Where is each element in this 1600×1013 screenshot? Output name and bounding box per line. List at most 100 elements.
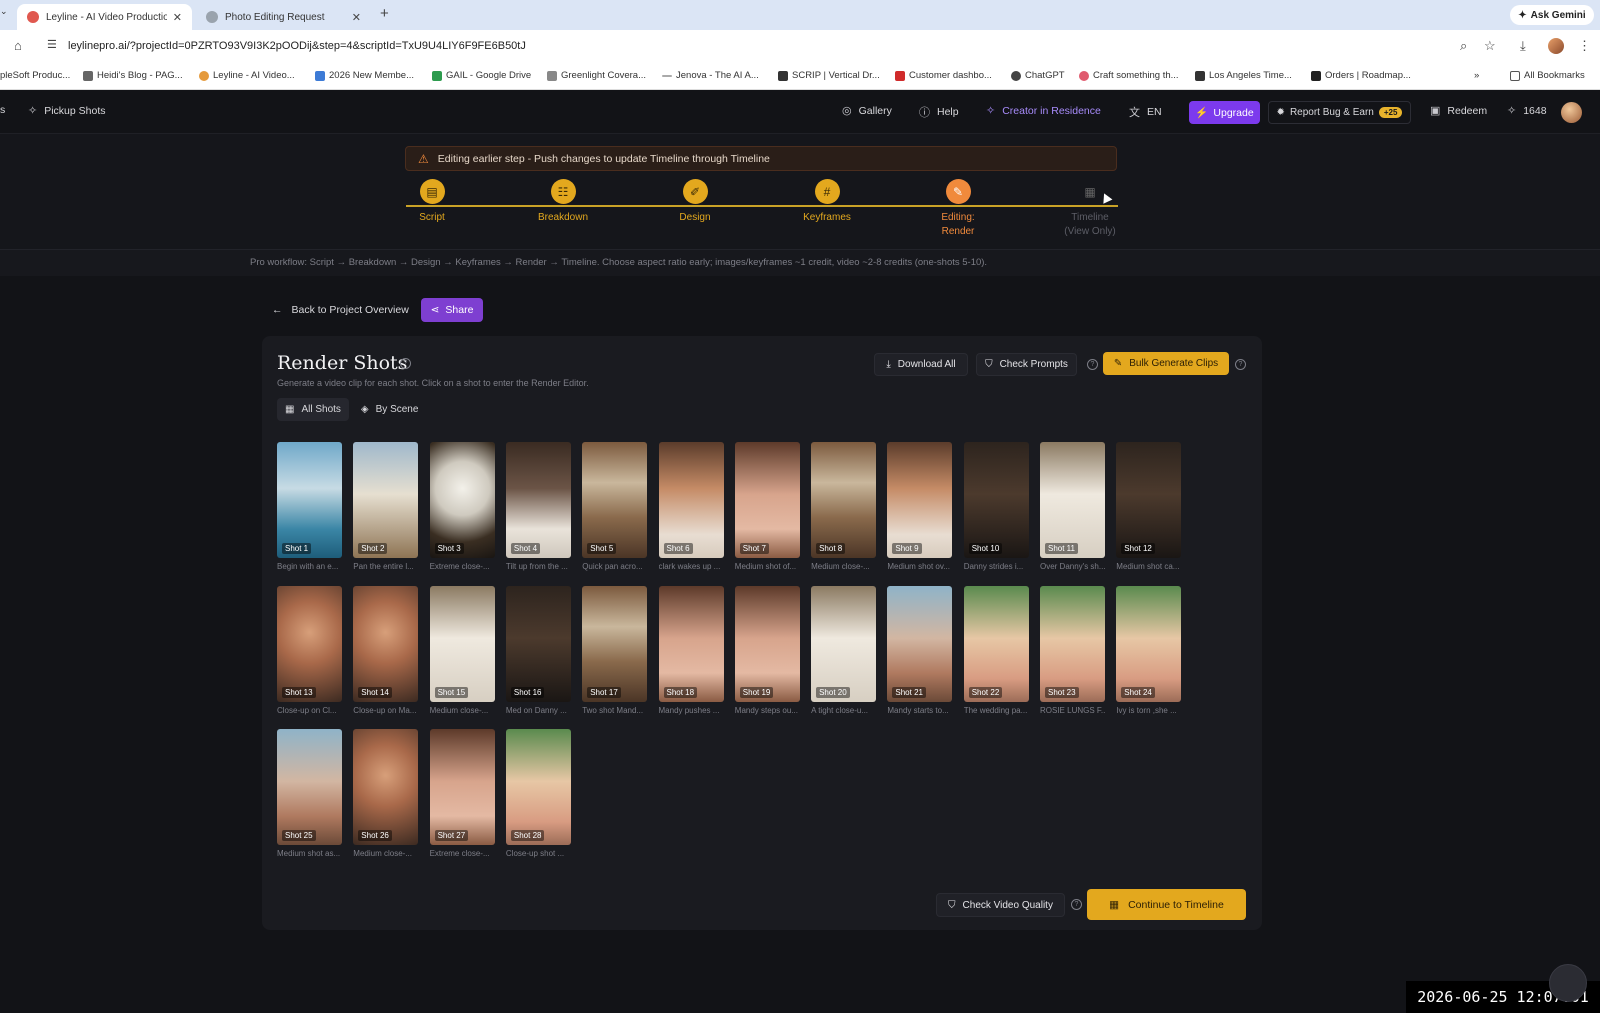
ask-gemini-button[interactable]: ✦ Ask Gemini (1510, 5, 1594, 25)
site-settings-icon[interactable]: ☰ (47, 38, 57, 51)
all-shots-tab[interactable]: ▦ All Shots (277, 398, 349, 421)
shot-card[interactable]: Shot 20 A tight close-u... (811, 585, 877, 715)
bookmark-item[interactable]: Heidi's Blog - PAG... (83, 70, 183, 81)
shot-thumbnail[interactable]: Shot 18 (658, 585, 724, 702)
bookmark-item[interactable]: GAIL - Google Drive (432, 70, 531, 81)
chat-support-button[interactable] (1549, 964, 1587, 1002)
user-avatar[interactable] (1561, 102, 1582, 123)
shot-card[interactable]: Shot 15 Medium close-... (429, 585, 495, 715)
shot-thumbnail[interactable]: Shot 19 (734, 585, 800, 702)
shot-thumbnail[interactable]: Shot 13 (277, 585, 342, 702)
bookmark-item[interactable]: 2026 New Membe... (315, 70, 414, 81)
shot-card[interactable]: Shot 11 Over Danny's sh... (1040, 442, 1105, 571)
bookmark-item[interactable]: Jenova - The AI A... (662, 70, 759, 81)
shot-card[interactable]: Shot 25 Medium shot as... (277, 729, 342, 858)
shot-card[interactable]: Shot 18 Mandy pushes ... (658, 585, 724, 715)
check-prompts-button[interactable]: ⛉ Check Prompts (976, 353, 1077, 376)
help-circle-icon[interactable]: ? (1071, 899, 1082, 910)
shot-card[interactable]: Shot 3 Extreme close-... (429, 442, 495, 571)
shot-thumbnail[interactable]: Shot 27 (429, 729, 495, 845)
shot-thumbnail[interactable]: Shot 7 (734, 442, 800, 558)
gallery-link[interactable]: ◎ Gallery (842, 104, 892, 118)
all-bookmarks[interactable]: All Bookmarks (1510, 70, 1585, 81)
bookmark-item[interactable]: Customer dashbo... (895, 70, 992, 81)
shot-thumbnail[interactable]: Shot 28 (505, 729, 571, 845)
help-circle-icon[interactable]: ? (400, 358, 411, 369)
shot-card[interactable]: Shot 13 Close-up on Cl... (277, 585, 342, 715)
shot-card[interactable]: Shot 6 clark wakes up ... (658, 442, 724, 571)
shot-card[interactable]: Shot 24 Ivy is torn ,she ... (1116, 585, 1182, 715)
step-editing-render[interactable]: ✎ Editing: Render (898, 179, 1018, 239)
new-tab-plus-icon[interactable]: + (380, 5, 389, 22)
shot-card[interactable]: Shot 2 Pan the entire l... (353, 442, 419, 571)
shot-card[interactable]: Shot 22 The wedding pa... (963, 585, 1029, 715)
shot-thumbnail[interactable]: Shot 22 (963, 585, 1029, 702)
step-breakdown[interactable]: ☷ Breakdown (503, 179, 623, 225)
shot-thumbnail[interactable]: Shot 8 (811, 442, 877, 558)
shot-card[interactable]: Shot 26 Medium close-... (353, 729, 419, 858)
shot-card[interactable]: Shot 5 Quick pan acro... (582, 442, 648, 571)
bookmark-star-icon[interactable]: ☆ (1484, 38, 1496, 54)
shot-card[interactable]: Shot 16 Med on Danny ... (505, 585, 571, 715)
nav-item-partial[interactable]: s (0, 104, 5, 116)
browser-tab-photo-editing[interactable]: Photo Editing Request ✕ (196, 4, 371, 30)
shot-thumbnail[interactable]: Shot 14 (353, 585, 419, 702)
bulk-generate-clips-button[interactable]: ✎ Bulk Generate Clips (1103, 352, 1229, 375)
download-all-button[interactable]: ⤓ Download All (874, 353, 968, 376)
continue-to-timeline-button[interactable]: ▦ Continue to Timeline (1087, 889, 1246, 920)
bookmark-item[interactable]: Orders | Roadmap... (1311, 70, 1411, 81)
bookmark-item[interactable]: ChatGPT (1011, 70, 1065, 81)
zoom-icon[interactable]: ⌕ (1460, 38, 1467, 54)
shot-card[interactable]: Shot 14 Close-up on Ma... (353, 585, 419, 715)
bookmark-item[interactable]: Craft something th... (1079, 70, 1179, 81)
help-circle-icon[interactable]: ? (1087, 359, 1098, 370)
shot-card[interactable]: Shot 12 Medium shot ca... (1116, 442, 1182, 571)
creator-in-residence-link[interactable]: ✧ Creator in Residence (986, 104, 1101, 118)
profile-avatar[interactable] (1548, 38, 1564, 54)
shot-card[interactable]: Shot 4 Tilt up from the ... (505, 442, 571, 571)
shot-card[interactable]: Shot 10 Danny strides i... (963, 442, 1029, 571)
credits-counter[interactable]: ✧ 1648 (1507, 104, 1547, 118)
close-tab-icon[interactable]: ✕ (352, 11, 361, 24)
shot-thumbnail[interactable]: Shot 6 (658, 442, 724, 558)
by-scene-tab[interactable]: ◈ By Scene (353, 398, 427, 421)
redeem-button[interactable]: ▣ Redeem (1430, 104, 1487, 118)
bookmark-item[interactable]: Greenlight Covera... (547, 70, 646, 81)
shot-card[interactable]: Shot 27 Extreme close-... (429, 729, 495, 858)
shot-card[interactable]: Shot 7 Medium shot of... (734, 442, 800, 571)
shot-card[interactable]: Shot 1 Begin with an e... (277, 442, 342, 571)
shot-card[interactable]: Shot 8 Medium close-... (811, 442, 877, 571)
shot-thumbnail[interactable]: Shot 1 (277, 442, 342, 558)
shot-thumbnail[interactable]: Shot 2 (353, 442, 419, 558)
shot-thumbnail[interactable]: Shot 10 (963, 442, 1029, 558)
shot-thumbnail[interactable]: Shot 24 (1116, 585, 1182, 702)
more-bookmarks-chevron-icon[interactable]: » (1474, 70, 1479, 81)
shot-thumbnail[interactable]: Shot 20 (811, 585, 877, 702)
shot-thumbnail[interactable]: Shot 5 (582, 442, 648, 558)
home-icon[interactable]: ⌂ (14, 38, 22, 53)
shot-thumbnail[interactable]: Shot 16 (505, 585, 571, 702)
bookmark-item[interactable]: SCRIP | Vertical Dr... (778, 70, 880, 81)
url-field[interactable]: leylinepro.ai/?projectId=0PZRTO93V9I3K2p… (68, 40, 526, 52)
shot-card[interactable]: Shot 21 Mandy starts to... (887, 585, 953, 715)
language-selector[interactable]: 文 EN (1129, 104, 1162, 120)
bookmark-item[interactable]: pleSoft Produc... (0, 70, 70, 81)
download-icon[interactable]: ⤓ (1520, 38, 1526, 54)
help-link[interactable]: ⓘ Help (919, 104, 959, 120)
shot-card[interactable]: Shot 28 Close-up shot ... (505, 729, 571, 858)
step-keyframes[interactable]: # Keyframes (767, 179, 887, 225)
step-design[interactable]: ✐ Design (635, 179, 755, 225)
shot-card[interactable]: Shot 17 Two shot Mand... (582, 585, 648, 715)
shot-thumbnail[interactable]: Shot 21 (887, 585, 953, 702)
shot-thumbnail[interactable]: Shot 15 (429, 585, 495, 702)
bookmark-item[interactable]: Los Angeles Time... (1195, 70, 1292, 81)
shot-thumbnail[interactable]: Shot 11 (1040, 442, 1105, 558)
shot-card[interactable]: Shot 23 ROSIE LUNGS F... (1040, 585, 1105, 715)
shot-card[interactable]: Shot 9 Medium shot ov... (887, 442, 953, 571)
tab-search-chevron-icon[interactable]: ⌄ (0, 6, 8, 17)
report-bug-button[interactable]: ✹ Report Bug & Earn +25 (1268, 101, 1411, 124)
shot-thumbnail[interactable]: Shot 3 (429, 442, 495, 558)
check-video-quality-button[interactable]: ⛉ Check Video Quality (936, 893, 1065, 917)
pickup-shots-button[interactable]: ✧ Pickup Shots (28, 104, 106, 118)
shot-thumbnail[interactable]: Shot 23 (1040, 585, 1105, 702)
